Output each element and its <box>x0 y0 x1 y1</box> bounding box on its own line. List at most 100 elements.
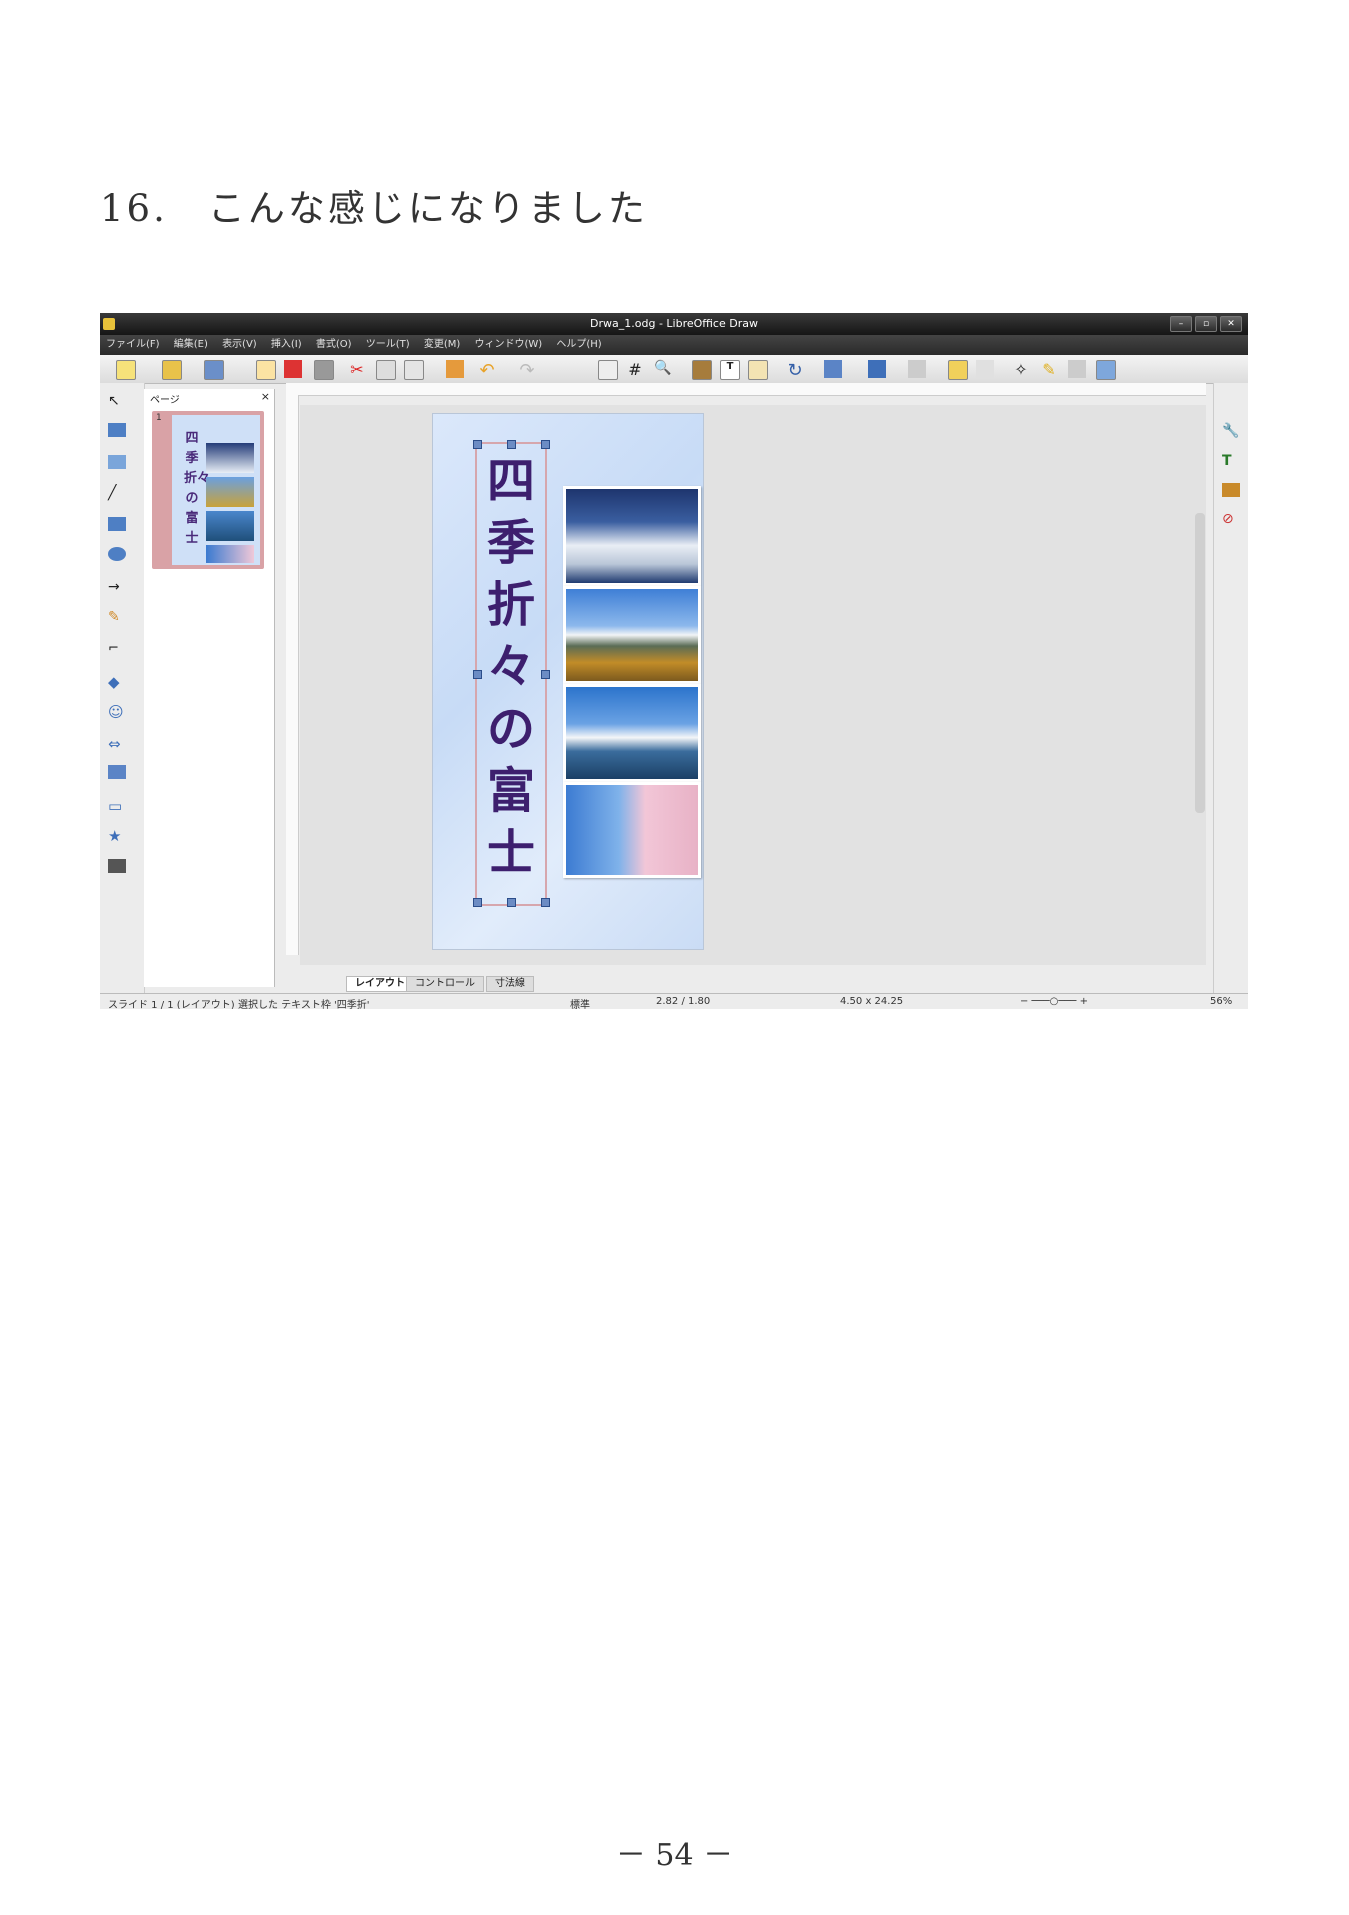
arrow-line-icon[interactable]: → <box>108 579 126 595</box>
line-tool-icon[interactable]: ╱ <box>108 485 126 501</box>
helplines-icon[interactable]: # <box>626 360 644 379</box>
thumbnail-page: 四季折々の富士 <box>172 415 260 565</box>
copy-icon[interactable] <box>376 360 396 380</box>
tab-dimension-lines[interactable]: 寸法線 <box>486 976 534 992</box>
status-selection: 選択した テキスト枠 '四季折' <box>238 1000 370 1009</box>
arrange-icon[interactable] <box>868 360 886 378</box>
extrusion-icon[interactable] <box>1068 360 1086 378</box>
text-box-icon[interactable]: T <box>720 360 740 380</box>
gallery-icon[interactable] <box>1222 483 1240 497</box>
menu-file[interactable]: ファイル(F) <box>106 335 160 355</box>
resize-handle[interactable] <box>541 440 550 449</box>
resize-handle[interactable] <box>507 440 516 449</box>
vertical-ruler <box>286 395 299 955</box>
connector-icon[interactable]: ⌐ <box>108 641 126 656</box>
menu-format[interactable]: 書式(O) <box>316 335 352 355</box>
menu-view[interactable]: 表示(V) <box>222 335 257 355</box>
page-thumbnail[interactable]: 1 四季折々の富士 <box>152 411 264 569</box>
navigator-icon[interactable]: ⊘ <box>1222 511 1240 527</box>
glue-points-icon[interactable]: ✎ <box>1040 360 1058 379</box>
points-icon[interactable]: ✧ <box>1012 360 1030 379</box>
page-number: － 54 － <box>615 1838 734 1873</box>
vertical-scrollbar[interactable] <box>1195 513 1205 813</box>
ellipse-icon[interactable] <box>108 547 126 561</box>
draw-page[interactable]: 四 季 折 々 の 富 士 <box>432 413 704 950</box>
clone-formatting-icon[interactable] <box>446 360 464 378</box>
title-char-2: 季 <box>486 515 535 571</box>
zoom-slider[interactable]: − ───○─── + <box>1020 996 1088 1007</box>
fontwork-icon[interactable] <box>748 360 768 380</box>
menu-insert[interactable]: 挿入(I) <box>271 335 302 355</box>
status-size: 4.50 x 24.25 <box>840 996 904 1007</box>
zoom-icon[interactable]: 🔍 <box>654 360 672 378</box>
resize-handle[interactable] <box>473 898 482 907</box>
status-zoom[interactable]: 56% <box>1210 996 1232 1007</box>
symbol-shapes-icon[interactable]: ☺ <box>108 703 126 721</box>
curve-icon[interactable]: ✎ <box>108 609 126 625</box>
resize-handle[interactable] <box>507 898 516 907</box>
status-style: 標準 <box>570 1000 590 1009</box>
properties-icon[interactable]: 🔧 <box>1222 423 1240 439</box>
grid-icon[interactable] <box>598 360 618 380</box>
standard-toolbar: ✂ ↶ ↷ # 🔍 T ↻ ✧ ✎ <box>100 355 1248 384</box>
menu-modify[interactable]: 変更(M) <box>424 335 460 355</box>
undo-icon[interactable]: ↶ <box>478 360 496 381</box>
thumb-photo-4 <box>206 545 254 563</box>
title-char-3: 折 <box>486 577 535 633</box>
block-arrows-icon[interactable]: ⇔ <box>108 735 126 753</box>
open-folder-icon[interactable] <box>162 360 182 380</box>
new-document-icon[interactable] <box>116 360 136 380</box>
crop-icon[interactable] <box>976 360 994 378</box>
paste-icon[interactable] <box>404 360 424 380</box>
title-char-1: 四 <box>486 453 535 509</box>
rotate-icon[interactable]: ↻ <box>786 360 804 381</box>
fill-color-icon[interactable] <box>108 455 126 469</box>
shadow-icon[interactable] <box>948 360 968 380</box>
resize-handle[interactable] <box>473 670 482 679</box>
basic-shapes-icon[interactable]: ◆ <box>108 673 126 691</box>
export-icon[interactable] <box>256 360 276 380</box>
menu-tools[interactable]: ツール(T) <box>366 335 410 355</box>
image-icon[interactable] <box>692 360 712 380</box>
fuji-autumn-photo[interactable] <box>563 586 701 684</box>
title-char-5: の <box>486 701 535 757</box>
minimize-button[interactable]: – <box>1170 316 1192 332</box>
sidebar-deck: 🔧 T ⊘ <box>1213 383 1248 993</box>
fuji-winter-photo[interactable] <box>563 486 701 586</box>
resize-handle[interactable] <box>473 440 482 449</box>
close-window-button[interactable]: ✕ <box>1220 316 1242 332</box>
thumbnail-vertical-text: 四季折々の富士 <box>184 431 211 546</box>
3d-objects-icon[interactable] <box>108 859 126 873</box>
menu-window[interactable]: ウィンドウ(W) <box>474 335 542 355</box>
vertical-text-frame[interactable]: 四 季 折 々 の 富 士 <box>473 440 550 907</box>
export-pdf-icon[interactable] <box>284 360 302 378</box>
thumbnail-number: 1 <box>156 413 162 423</box>
fuji-summer-photo[interactable] <box>563 684 701 782</box>
save-icon[interactable] <box>204 360 224 380</box>
stars-icon[interactable]: ★ <box>108 827 126 845</box>
flowchart-icon[interactable] <box>108 765 126 779</box>
styles-icon[interactable]: T <box>1222 453 1240 469</box>
menu-edit[interactable]: 編集(E) <box>174 335 208 355</box>
close-pane-icon[interactable]: × <box>261 390 270 403</box>
tab-controls[interactable]: コントロール <box>406 976 484 992</box>
menu-help[interactable]: ヘルプ(H) <box>556 335 601 355</box>
callouts-icon[interactable]: ▭ <box>108 797 126 815</box>
thumb-photo-3 <box>206 511 254 541</box>
resize-handle[interactable] <box>541 898 550 907</box>
cut-icon[interactable]: ✂ <box>348 360 366 379</box>
thumb-photo-2 <box>206 477 254 507</box>
fuji-spring-photo[interactable] <box>563 782 701 878</box>
redo-icon[interactable]: ↷ <box>518 360 536 381</box>
maximize-button[interactable]: ▫ <box>1195 316 1217 332</box>
resize-handle[interactable] <box>541 670 550 679</box>
line-color-icon[interactable] <box>108 423 126 437</box>
select-arrow-icon[interactable]: ↖ <box>108 393 126 409</box>
distribute-icon[interactable] <box>908 360 926 378</box>
tab-layout[interactable]: レイアウト <box>346 976 414 992</box>
align-icon[interactable] <box>824 360 842 378</box>
thumb-photo-1 <box>206 443 254 473</box>
rectangle-icon[interactable] <box>108 517 126 531</box>
select-group-icon[interactable] <box>1096 360 1116 380</box>
print-icon[interactable] <box>314 360 334 380</box>
